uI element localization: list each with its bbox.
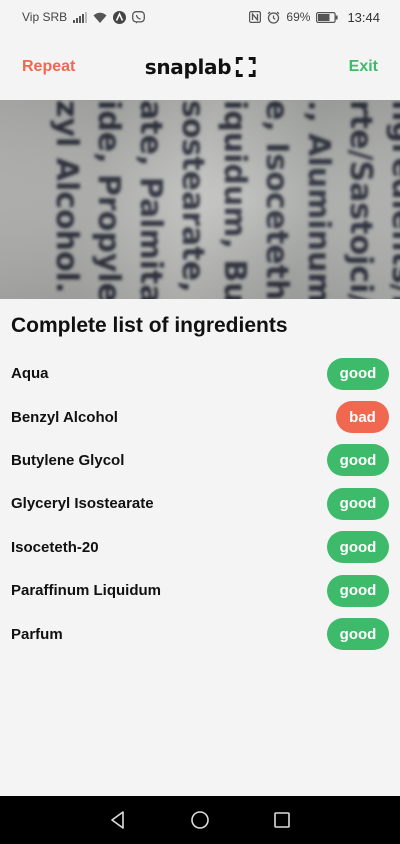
ingredient-row: Paraffinum Liquidum good [0,569,400,612]
viber-icon [132,10,146,24]
exit-button[interactable]: Exit [349,58,378,76]
ingredient-row: Butylene Glycol good [0,439,400,482]
app-header: Repeat snaplab Exit [0,34,400,100]
snaplab-logo: snaplab [145,55,256,79]
ingredient-name: Glyceryl Isostearate [11,495,154,513]
camera-vignette [0,100,400,299]
recents-icon[interactable] [272,810,292,830]
ingredient-name: Paraffinum Liquidum [11,582,161,600]
nfc-icon [249,11,262,23]
ingredient-row: Isoceteth-20 good [0,526,400,569]
ingredient-name: Isoceteth-20 [11,538,99,556]
alarm-icon [267,11,280,24]
rating-badge-good[interactable]: good [327,357,389,390]
status-bar: Vip SRB 69% 13:44 [0,0,400,34]
rating-badge-good[interactable]: good [327,618,389,651]
rating-badge-good[interactable]: good [327,487,389,520]
app-a-icon [113,10,127,24]
repeat-button[interactable]: Repeat [22,58,75,76]
status-right: 69% 13:44 [249,10,380,25]
signal-icon [73,11,88,23]
ingredient-name: Benzyl Alcohol [11,408,118,426]
rating-badge-bad[interactable]: bad [336,401,389,434]
list-title: Complete list of ingredients [11,314,288,337]
rating-badge-good[interactable]: good [327,531,389,564]
scan-frame-icon [235,57,256,77]
ingredient-name: Butylene Glycol [11,451,125,469]
rating-badge-good[interactable]: good [327,574,389,607]
ingredient-name: Parfum [11,625,63,643]
ingredient-row: Parfum good [0,612,400,655]
clock: 13:44 [347,9,380,25]
system-nav-bar [0,796,400,844]
logo-text: snaplab [144,55,232,79]
ingredient-row: Benzyl Alcohol bad [0,395,400,438]
battery-icon [316,11,339,23]
wifi-icon [93,12,107,23]
status-left: Vip SRB [22,10,146,24]
rating-badge-good[interactable]: good [327,444,389,477]
ingredients-list: Aqua good Benzyl Alcohol bad Butylene Glycol… [0,352,400,656]
back-icon[interactable] [108,810,128,830]
ingredient-row: Glyceryl Isostearate good [0,482,400,525]
ingredient-row: Aqua good [0,352,400,395]
home-icon[interactable] [190,810,210,830]
ingredient-name: Aqua [11,365,49,383]
battery-percent: 69% [286,10,311,24]
camera-preview: ngredients/Ingrrte/Sastojci/Со., Aluminu… [0,100,400,299]
carrier-label: Vip SRB [22,10,68,24]
